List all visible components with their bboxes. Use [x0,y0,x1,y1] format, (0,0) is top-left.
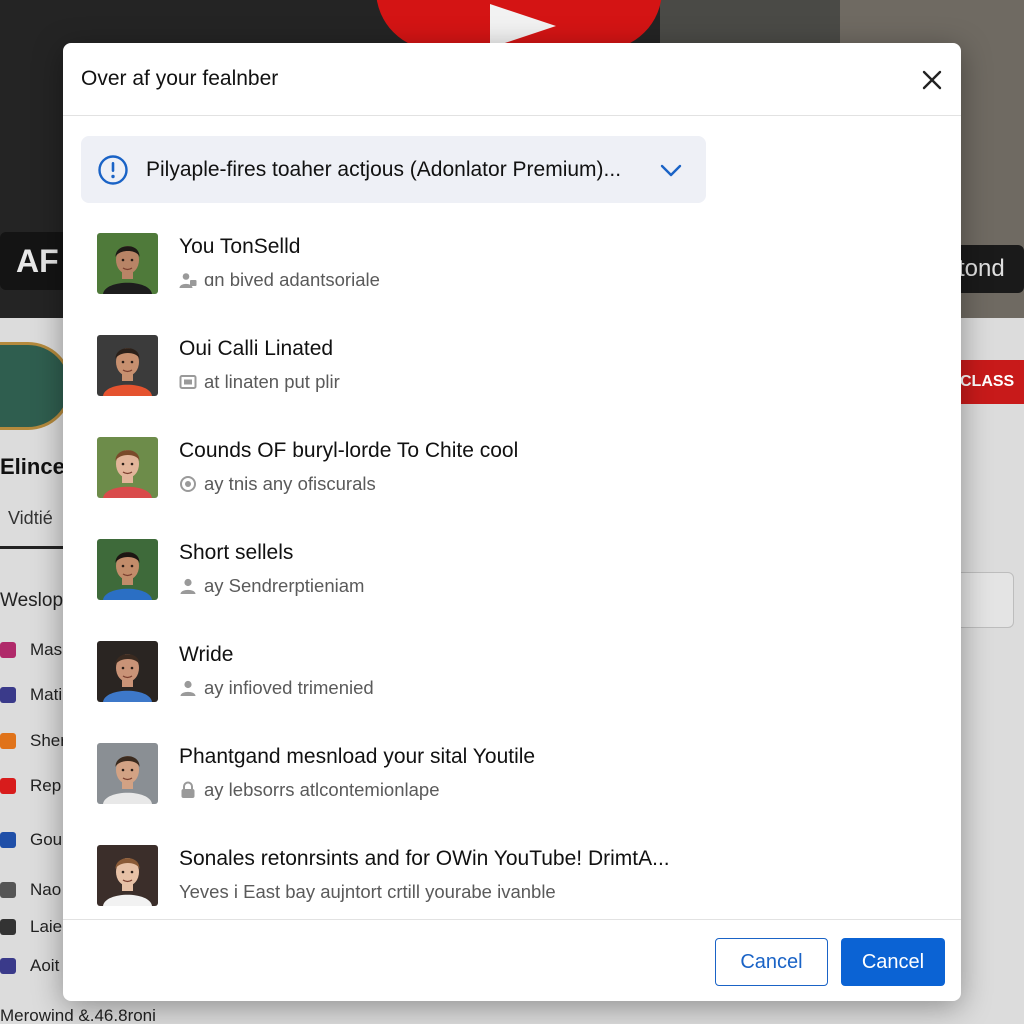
list-item[interactable]: Phantgand mesnload your sital Youtile ay … [63,723,961,825]
list-item-subtitle: ɑn bived adantsoriale [179,269,380,291]
list-item-subtitle: ay tnis any ofiscurals [179,473,376,495]
list-icon [0,687,16,703]
list-item-title: Short sellels [179,541,294,564]
avatar-photo [97,743,158,804]
avatar-photo [97,539,158,600]
sidebar-item-label: Laie [30,917,63,936]
person-icon [180,680,196,696]
sidebar-item[interactable]: Laie [0,914,62,940]
chart-icon [0,958,16,974]
sidebar-item-label: Aoit [30,956,60,975]
chat-icon [0,919,16,935]
list-item-subtitle: ay lebsorrs atlcontemionlape [179,779,440,801]
lock-icon [181,781,195,798]
chevron-down-icon[interactable] [658,157,684,183]
sidebar-item-label: Gou [30,830,63,849]
channel-name: Elince [0,454,65,479]
list-item[interactable]: Short sellels ay Sendrerptieniam [63,519,961,621]
close-button[interactable] [915,63,949,97]
sidebar-item[interactable]: Gou [0,827,62,853]
list-item-subtitle-text: ay lebsorrs atlcontemionlape [204,779,440,800]
play-icon [490,4,556,48]
person-lock-icon [179,273,197,288]
avatar [97,233,158,294]
dialog-header: Over af your fealnber [63,43,961,116]
avatar [97,845,158,906]
list-item[interactable]: Wride ay infioved trimenied [63,621,961,723]
list-item-subtitle-text: Yeves i East bay aujntort crtill yourabe… [179,881,556,902]
avatar-photo [97,233,158,294]
list-item-title: Oui Calli Linated [179,337,334,360]
avatar [97,743,158,804]
dialog-footer: Cancel Cancel [63,919,961,1001]
facebook-icon [0,832,16,848]
circle-icon [180,476,196,492]
tab-underline [0,546,64,549]
avatar-photo [97,641,158,702]
list-item-subtitle-text: at linaten put plir [204,371,340,392]
avatar [97,539,158,600]
avatar [97,335,158,396]
play-icon [0,778,16,794]
sidebar-item-label: Mas [30,640,63,659]
list-item[interactable]: Counds OF buryl-lorde To Chite cool ay tn… [63,417,961,519]
dialog: Over af your fealnber Pilyaple-fires toa… [63,43,961,1001]
dialog-title: Over af your fealnber [81,67,279,90]
confirm-button[interactable]: Cancel [841,938,945,986]
list-item-title: Counds OF buryl-lorde To Chite cool [179,439,519,462]
sidebar-item-label: Rep [30,776,62,795]
sidebar-item[interactable]: Mati [0,682,62,708]
sidebar-item[interactable]: Mas [0,637,62,663]
cancel-button[interactable]: Cancel [715,938,828,986]
list-item-subtitle-text: ay Sendrerptieniam [204,575,365,596]
list-item-subtitle-text: ay tnis any ofiscurals [204,473,376,494]
list-item-title: Sonales retonrsints and for OWin YouTube… [179,847,670,870]
image-icon [179,375,197,389]
list-item-subtitle-text: ɑn bived adantsoriale [204,269,380,290]
list-item-subtitle: at linaten put plir [179,371,340,393]
sidebar-item[interactable]: Rep [0,773,61,799]
avatar [97,641,158,702]
list-item[interactable]: Oui Calli Linated at linaten put plir [63,315,961,417]
box-icon [0,882,16,898]
notice-banner[interactable]: Pilyaple-fires toaher actjous (Adonlator… [81,136,706,203]
list-item-title: Phantgand mesnload your sital Youtile [179,745,536,768]
sidebar-item[interactable]: Sher [0,728,66,754]
sidebar-item[interactable]: Nao [0,877,61,903]
list-item-subtitle: ay Sendrerptieniam [179,575,364,597]
tab-videos[interactable]: Vidtié [8,508,53,529]
sidebar-item-label: Mati [30,685,63,704]
list-item-subtitle-text: ay infioved trimenied [204,677,374,698]
notice-text: Pilyaple-fires toaher actjous (Adonlator… [146,157,622,181]
footer-text: Merowind &.46.8roni [0,1006,156,1024]
person-icon [180,578,196,594]
info-icon [98,154,128,185]
avatar-photo [97,335,158,396]
sidebar-item[interactable]: Aoit [0,953,59,979]
list-item-title: Wride [179,643,234,666]
close-icon [922,70,942,90]
list-item-subtitle: Yeves i East bay aujntort crtill yourabe… [179,881,556,903]
sidebar-item-label: Nao [30,880,62,899]
avatar-photo [97,845,158,906]
list-item-title: You TonSelld [179,235,301,258]
list-item[interactable]: You TonSelld ɑn bived adantsoriale [63,213,961,315]
avatar [97,437,158,498]
section-heading: Weslop [0,590,64,611]
image-icon [0,733,16,749]
list-item-subtitle: ay infioved trimenied [179,677,374,699]
list-item[interactable]: Sonales retonrsints and for OWin YouTube… [63,825,961,927]
avatar-photo [97,437,158,498]
heart-icon [0,642,16,658]
sidebar-item-label: Sher [30,731,66,750]
